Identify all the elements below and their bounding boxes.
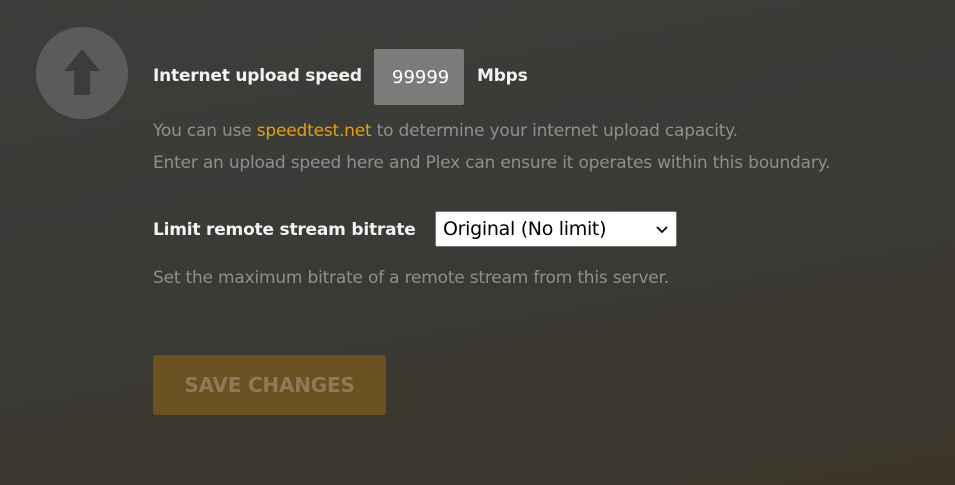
help-suffix-text: to determine your internet upload capaci…: [371, 121, 738, 141]
bitrate-selected-value: Original (No limit): [443, 218, 607, 240]
speedtest-link[interactable]: speedtest.net: [257, 121, 372, 141]
bitrate-select[interactable]: Original (No limit): [435, 211, 677, 247]
save-changes-button[interactable]: SAVE CHANGES: [153, 355, 386, 415]
arrow-up-icon: [64, 49, 100, 95]
upload-arrow-icon: [36, 27, 128, 119]
upload-unit-label: Mbps: [477, 66, 528, 86]
upload-speed-input[interactable]: [374, 49, 464, 105]
upload-help-line-2: Enter an upload speed here and Plex can …: [153, 153, 831, 173]
upload-help-line-1: You can use speedtest.net to determine y…: [153, 121, 738, 141]
upload-speed-label: Internet upload speed: [153, 66, 362, 86]
bitrate-help-text: Set the maximum bitrate of a remote stre…: [153, 268, 669, 288]
chevron-down-icon: [656, 226, 668, 234]
bitrate-limit-label: Limit remote stream bitrate: [153, 220, 416, 240]
help-prefix-text: You can use: [153, 121, 257, 141]
